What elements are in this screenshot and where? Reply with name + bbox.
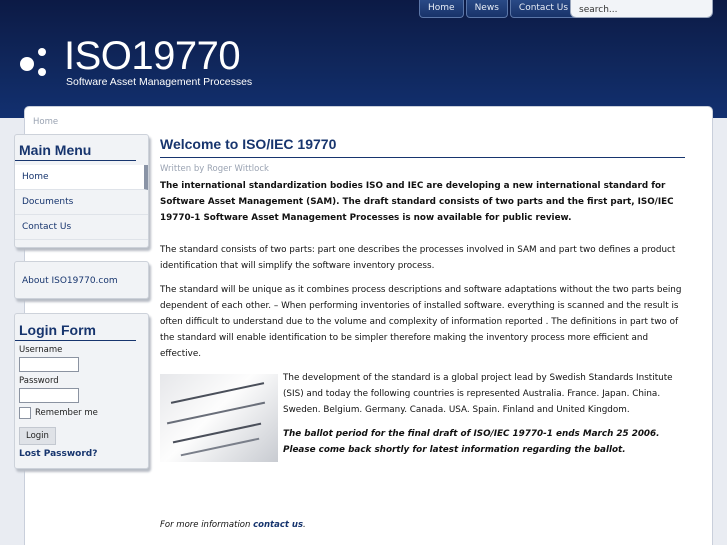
nav-contact-us[interactable]: Contact Us — [509, 0, 578, 18]
logo-title: ISO19770 — [64, 34, 241, 78]
menu-item-documents[interactable]: Documents — [15, 190, 148, 215]
article-title: Welcome to ISO/IEC 19770 — [160, 136, 685, 158]
article-paragraph: The standard consists of two parts: part… — [160, 245, 676, 271]
article-paragraph: The development of the standard is a glo… — [283, 373, 673, 415]
article-lead: The international standardization bodies… — [160, 181, 674, 223]
site-logo[interactable]: ISO19770 Software Asset Management Proce… — [20, 34, 260, 98]
article: Welcome to ISO/IEC 19770 Written by Roge… — [160, 136, 685, 530]
handwriting-photo — [160, 374, 278, 462]
more-info-suffix: . — [303, 520, 306, 530]
contact-us-link[interactable]: contact us — [253, 520, 303, 530]
username-label: Username — [19, 345, 63, 355]
login-form-module: Login Form Username Password Remember me… — [14, 313, 149, 469]
main-menu-module: Main Menu Home Documents Contact Us — [14, 134, 149, 248]
more-info-text: For more information — [160, 520, 251, 530]
nav-home[interactable]: Home — [419, 0, 464, 18]
article-paragraph: The standard will be unique as it combin… — [160, 285, 682, 359]
top-navigation: Home News Contact Us — [419, 0, 578, 18]
remember-me-label: Remember me — [35, 408, 98, 418]
nav-news[interactable]: News — [465, 0, 508, 18]
logo-dot-icon — [38, 68, 46, 76]
more-info: For more information contact us. — [160, 520, 685, 530]
article-byline: Written by Roger Wittlock — [160, 164, 269, 174]
lost-password-link[interactable]: Lost Password? — [19, 449, 144, 459]
remember-me-checkbox[interactable] — [19, 407, 31, 419]
about-module: About ISO19770.com — [14, 261, 149, 299]
password-field[interactable] — [19, 388, 79, 403]
about-link[interactable]: About ISO19770.com — [15, 262, 148, 300]
login-button[interactable]: Login — [19, 427, 56, 445]
username-field[interactable] — [19, 357, 79, 372]
search-input[interactable] — [570, 0, 713, 18]
menu-item-contact-us[interactable]: Contact Us — [15, 215, 148, 240]
menu-item-home[interactable]: Home — [15, 165, 148, 190]
password-label: Password — [19, 376, 59, 386]
logo-dot-icon — [38, 48, 46, 56]
image-block: The development of the standard is a glo… — [160, 370, 685, 466]
logo-tagline: Software Asset Management Processes — [66, 76, 253, 88]
logo-dot-icon — [20, 57, 34, 71]
breadcrumb[interactable]: Home — [33, 117, 58, 127]
login-form-title: Login Form — [15, 314, 136, 341]
main-menu-title: Main Menu — [15, 135, 136, 161]
ballot-notice: The ballot period for the final draft of… — [283, 429, 660, 455]
remember-me: Remember me — [19, 407, 144, 419]
